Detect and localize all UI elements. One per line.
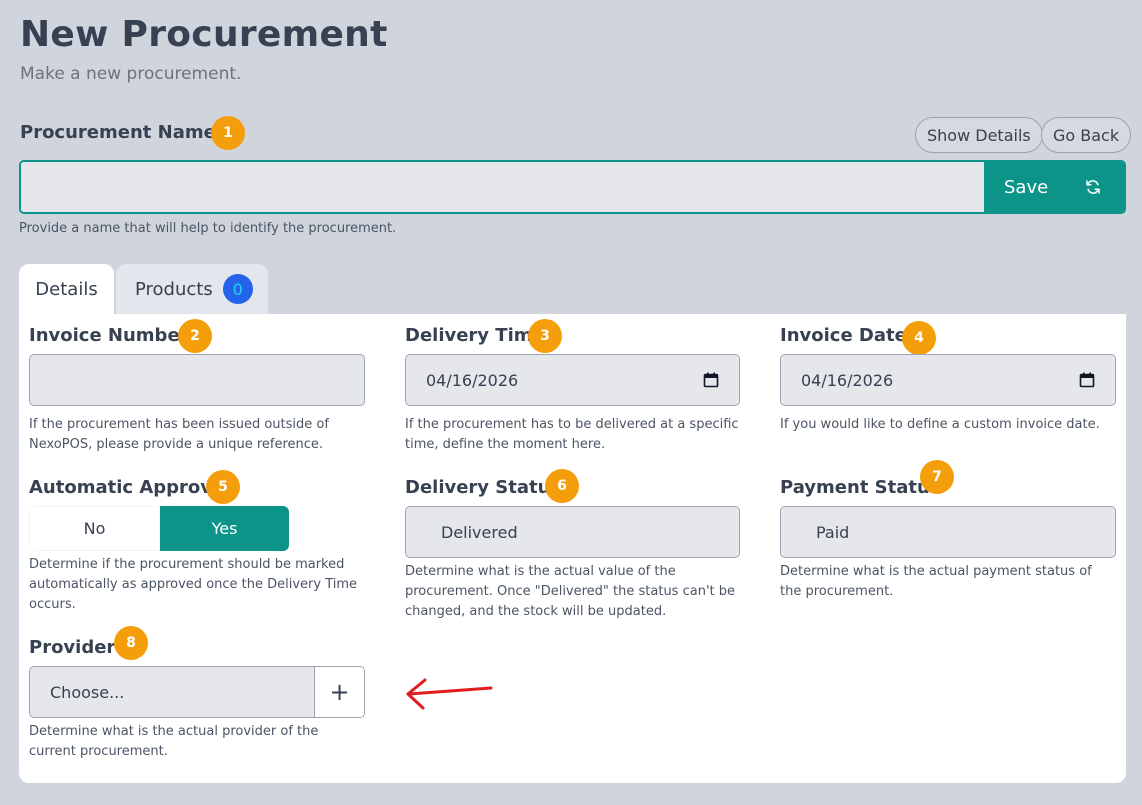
annotation-badge-5: 5: [206, 470, 240, 504]
procurement-name-label: Procurement Name: [20, 122, 216, 143]
annotation-badge-6: 6: [545, 469, 579, 503]
approval-no-option[interactable]: No: [29, 506, 160, 551]
automatic-approval-label: Automatic Approval: [29, 477, 231, 498]
invoice-number-input[interactable]: [29, 354, 365, 406]
delivery-time-value: 04/16/2026: [426, 370, 519, 390]
procurement-name-row: Save: [19, 160, 1126, 214]
delivery-status-select[interactable]: Delivered: [405, 506, 740, 558]
invoice-date-label: Invoice Date: [780, 325, 907, 346]
provider-field: Choose... +: [29, 666, 365, 718]
annotation-badge-4: 4: [902, 321, 936, 355]
delivery-time-label: Delivery Time: [405, 325, 545, 346]
page-subtitle: Make a new procurement.: [20, 64, 242, 84]
calendar-icon[interactable]: [1079, 372, 1095, 388]
go-back-button[interactable]: Go Back: [1041, 117, 1132, 153]
delivery-status-help: Determine what is the actual value of th…: [405, 564, 735, 619]
show-details-button[interactable]: Show Details: [915, 117, 1043, 153]
tab-details[interactable]: Details: [19, 264, 114, 314]
invoice-date-value: 04/16/2026: [801, 370, 894, 390]
automatic-approval-help: Determine if the procurement should be m…: [29, 557, 358, 612]
payment-status-select[interactable]: Paid: [780, 506, 1116, 558]
provider-label: Provider: [29, 637, 116, 658]
tab-details-label: Details: [35, 278, 98, 300]
annotation-badge-3: 3: [528, 319, 562, 353]
annotation-badge-8: 8: [114, 626, 148, 660]
approval-yes-option[interactable]: Yes: [160, 506, 289, 551]
annotation-arrow-icon: [406, 678, 493, 710]
save-button-label: Save: [1004, 176, 1049, 198]
plus-icon: +: [329, 678, 350, 706]
annotation-badge-7: 7: [920, 460, 954, 494]
invoice-date-help: If you would like to define a custom inv…: [780, 417, 1100, 432]
tab-products[interactable]: Products 0: [116, 264, 268, 314]
calendar-icon[interactable]: [703, 372, 719, 388]
provider-select[interactable]: Choose...: [30, 667, 314, 717]
procurement-name-help: Provide a name that will help to identif…: [19, 221, 397, 236]
details-panel: Invoice Number 2 If the procurement has …: [19, 314, 1126, 783]
save-button[interactable]: Save: [984, 162, 1124, 212]
delivery-status-value: Delivered: [441, 522, 518, 542]
invoice-date-input[interactable]: 04/16/2026: [780, 354, 1116, 406]
invoice-number-help: If the procurement has been issued outsi…: [29, 417, 329, 452]
delivery-time-input[interactable]: 04/16/2026: [405, 354, 740, 406]
annotation-badge-2: 2: [178, 319, 212, 353]
add-provider-button[interactable]: +: [314, 667, 364, 717]
annotation-badge-1: 1: [211, 116, 245, 150]
payment-status-label: Payment Status: [780, 477, 941, 498]
delivery-time-help: If the procurement has to be delivered a…: [405, 417, 739, 452]
automatic-approval-toggle: No Yes: [29, 506, 289, 551]
page-title: New Procurement: [20, 14, 388, 55]
refresh-icon: [1086, 180, 1100, 194]
tab-products-label: Products: [135, 278, 213, 300]
payment-status-value: Paid: [816, 522, 850, 542]
delivery-status-label: Delivery Status: [405, 477, 562, 498]
payment-status-help: Determine what is the actual payment sta…: [780, 564, 1092, 599]
invoice-number-label: Invoice Number: [29, 325, 189, 346]
procurement-name-input[interactable]: [21, 162, 984, 212]
products-count-badge: 0: [222, 274, 253, 304]
provider-help: Determine what is the actual provider of…: [29, 724, 319, 759]
provider-select-value: Choose...: [50, 682, 125, 702]
